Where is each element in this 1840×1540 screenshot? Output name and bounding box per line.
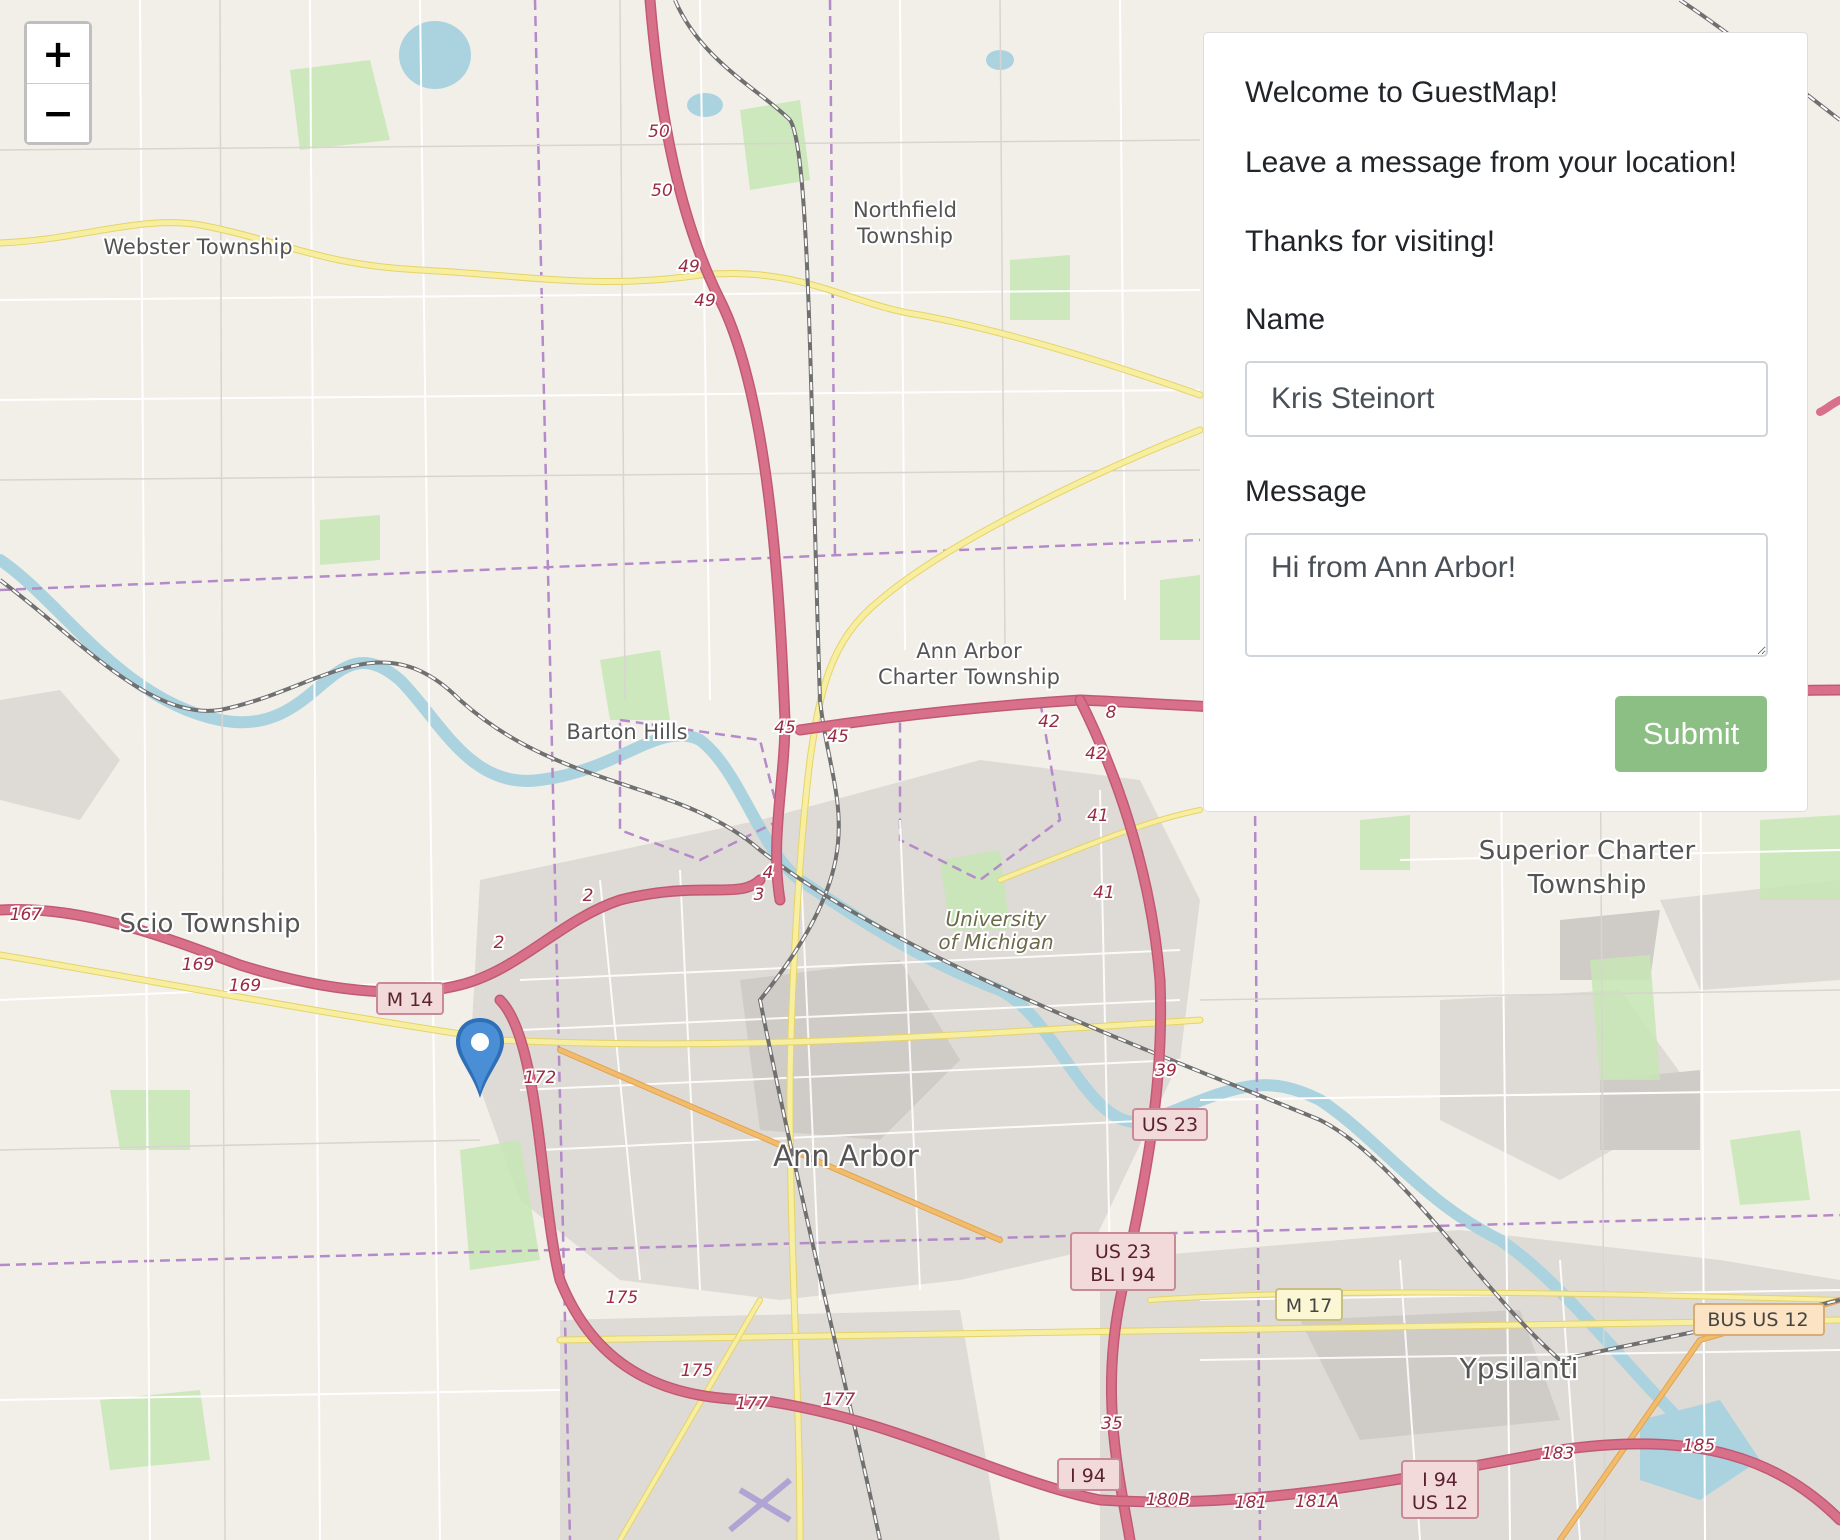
submit-button[interactable]: Submit — [1615, 696, 1767, 772]
welcome-text: Welcome to GuestMap! — [1245, 76, 1558, 109]
instructions-text: Leave a message from your location! — [1245, 146, 1737, 179]
guestbook-panel: Welcome to GuestMap! Leave a message fro… — [1203, 32, 1808, 812]
message-label: Message — [1245, 475, 1367, 508]
name-input[interactable] — [1245, 361, 1768, 437]
thanks-text: Thanks for visiting! — [1245, 225, 1496, 258]
message-textarea[interactable]: Hi from Ann Arbor! — [1245, 533, 1768, 657]
name-label: Name — [1245, 303, 1326, 336]
zoom-control: + − — [24, 21, 92, 145]
zoom-out-button[interactable]: − — [27, 83, 89, 142]
map-pin-icon[interactable] — [452, 1016, 508, 1100]
zoom-in-button[interactable]: + — [27, 24, 89, 83]
